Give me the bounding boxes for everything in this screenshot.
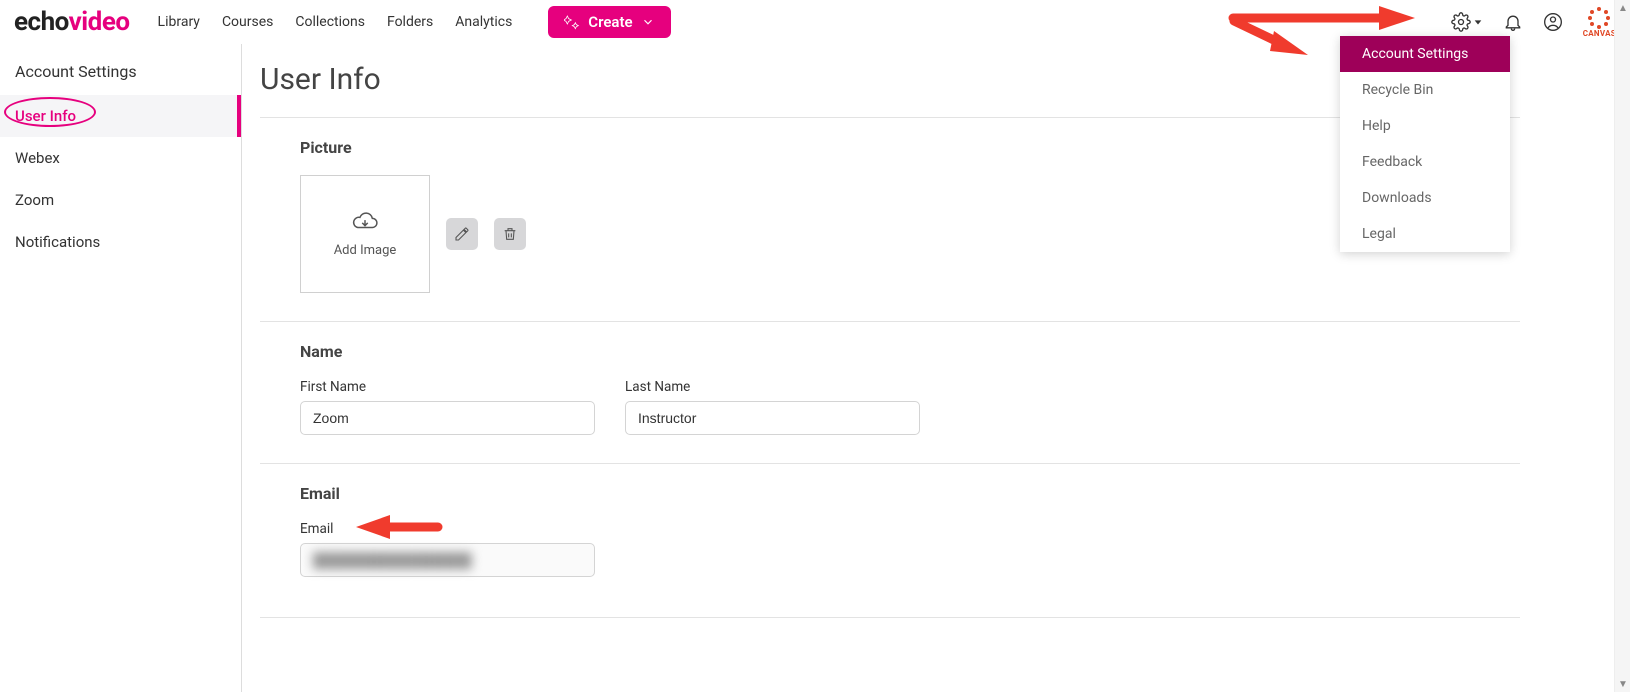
sidebar-item-label: Zoom (15, 191, 54, 209)
divider (260, 617, 1520, 618)
dropdown-feedback[interactable]: Feedback (1340, 144, 1510, 180)
sidebar-item-webex[interactable]: Webex (0, 137, 241, 179)
picture-row: Add Image (300, 175, 1480, 293)
trash-icon (502, 226, 518, 242)
chevron-down-icon (641, 15, 655, 29)
scroll-down-icon[interactable]: ▼ (1615, 676, 1630, 692)
sidebar-item-notifications[interactable]: Notifications (0, 221, 241, 263)
last-name-label: Last Name (625, 379, 920, 395)
edit-picture-button[interactable] (446, 218, 478, 250)
dropdown-downloads[interactable]: Downloads (1340, 180, 1510, 216)
first-name-label: First Name (300, 379, 595, 395)
pencil-icon (454, 226, 470, 242)
page-title: User Info (260, 62, 1520, 97)
logo-part2: video (69, 7, 130, 37)
nav-collections[interactable]: Collections (295, 14, 365, 30)
sparkle-icon (564, 14, 580, 30)
settings-dropdown: Account Settings Recycle Bin Help Feedba… (1340, 36, 1510, 252)
email-field-group: Email ████████████████ (300, 521, 595, 577)
canvas-label: CANVAS (1583, 29, 1616, 38)
name-heading: Name (300, 342, 1480, 361)
nav-analytics[interactable]: Analytics (455, 14, 512, 30)
add-image-button[interactable]: Add Image (300, 175, 430, 293)
first-name-field-group: First Name (300, 379, 595, 435)
email-input-disabled: ████████████████ (300, 543, 595, 577)
vertical-scrollbar[interactable]: ▲ ▼ (1614, 0, 1630, 692)
email-heading: Email (300, 484, 1480, 503)
email-section: Email Email ████████████████ (260, 464, 1520, 617)
delete-picture-button[interactable] (494, 218, 526, 250)
bell-icon[interactable] (1503, 12, 1523, 32)
dropdown-legal[interactable]: Legal (1340, 216, 1510, 252)
sidebar-title: Account Settings (0, 58, 241, 95)
scroll-up-icon[interactable]: ▲ (1615, 0, 1630, 16)
canvas-badge[interactable]: CANVAS (1583, 7, 1616, 38)
dropdown-account-settings[interactable]: Account Settings (1340, 36, 1510, 72)
picture-section: Picture Add Image (260, 118, 1520, 321)
dropdown-recycle-bin[interactable]: Recycle Bin (1340, 72, 1510, 108)
logo[interactable]: echovideo (14, 7, 130, 37)
last-name-field-group: Last Name (625, 379, 920, 435)
sidebar-item-user-info[interactable]: User Info (0, 95, 241, 137)
create-button[interactable]: Create (548, 6, 670, 38)
sidebar-item-label: User Info (15, 107, 76, 125)
top-nav: Library Courses Collections Folders Anal… (158, 6, 671, 38)
topbar-right: CANVAS (1451, 7, 1616, 38)
sidebar-item-zoom[interactable]: Zoom (0, 179, 241, 221)
email-value: ████████████████ (313, 552, 543, 569)
email-label: Email (300, 521, 595, 537)
caret-down-icon (1473, 17, 1483, 27)
nav-courses[interactable]: Courses (222, 14, 273, 30)
logo-part1: echo (14, 7, 69, 37)
sidebar-item-label: Notifications (15, 233, 100, 251)
name-fields: First Name Last Name (300, 379, 1480, 435)
create-label: Create (588, 13, 632, 31)
picture-heading: Picture (300, 138, 1480, 157)
gear-icon (1451, 12, 1471, 32)
cloud-download-icon (350, 211, 380, 233)
user-icon[interactable] (1543, 12, 1563, 32)
first-name-input[interactable] (300, 401, 595, 435)
last-name-input[interactable] (625, 401, 920, 435)
add-image-label: Add Image (334, 243, 397, 258)
sidebar-item-label: Webex (15, 149, 60, 167)
name-section: Name First Name Last Name (260, 322, 1520, 463)
nav-library[interactable]: Library (158, 14, 200, 30)
nav-folders[interactable]: Folders (387, 14, 433, 30)
settings-gear-button[interactable] (1451, 12, 1483, 32)
dropdown-help[interactable]: Help (1340, 108, 1510, 144)
sidebar: Account Settings User Info Webex Zoom No… (0, 44, 241, 692)
canvas-icon (1588, 7, 1610, 29)
